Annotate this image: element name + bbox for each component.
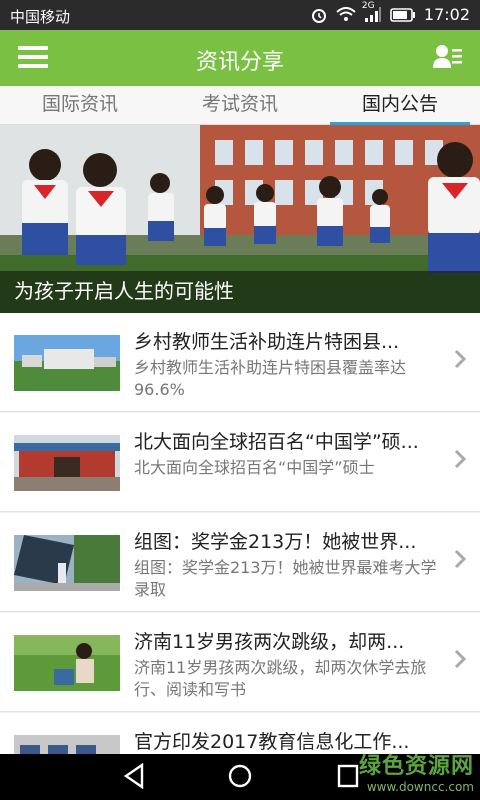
article-summary: 济南11岁男孩两次跳级，却两次休学去旅行、阅读和写书 — [134, 658, 427, 699]
banner-caption: 为孩子开启人生的可能性 — [14, 279, 234, 303]
signal-icon: 2G — [362, 1, 382, 23]
article-title: 组图：奖学金213万！她被世界... — [134, 531, 417, 553]
tab-exam-news[interactable]: 考试资讯 — [160, 86, 320, 124]
article-summary: 组图：奖学金213万！她被世界最难考大学录取 — [134, 558, 437, 599]
status-bar: 中国移动 2G 17:02 — [0, 0, 480, 30]
article-title: 乡村教师生活补助连片特困县... — [134, 331, 400, 353]
watermark: 绿色资源网 www.downcc.com — [359, 748, 474, 794]
article-thumbnail — [14, 735, 120, 754]
page-title: 资讯分享 — [195, 50, 284, 75]
list-item[interactable]: 组图：奖学金213万！她被世界... 组图：奖学金213万！她被世界最难考大学录… — [0, 513, 480, 612]
user-list-icon[interactable] — [432, 42, 464, 76]
article-list: 乡村教师生活补助连片特困县... 乡村教师生活补助连片特困县覆盖率达96.6% … — [0, 313, 480, 754]
tab-domestic-notices[interactable]: 国内公告 — [320, 86, 480, 125]
wifi-icon — [336, 6, 356, 23]
chevron-right-icon — [454, 349, 467, 373]
list-item[interactable]: 乡村教师生活补助连片特困县... 乡村教师生活补助连片特困县覆盖率达96.6% — [0, 313, 480, 412]
alarm-icon — [310, 6, 328, 24]
list-item[interactable]: 北大面向全球招百名“中国学”硕... 北大面向全球招百名“中国学”硕士 — [0, 413, 480, 512]
network-type-label: 2G — [361, 0, 375, 11]
featured-banner[interactable]: 为孩子开启人生的可能性 — [0, 125, 480, 313]
battery-icon — [390, 7, 416, 22]
article-title: 北大面向全球招百名“中国学”硕... — [134, 431, 419, 453]
article-summary: 乡村教师生活补助连片特困县覆盖率达96.6% — [134, 358, 407, 399]
list-item[interactable]: 济南11岁男孩两次跳级，却两... 济南11岁男孩两次跳级，却两次休学去旅行、阅… — [0, 613, 480, 712]
article-thumbnail — [14, 335, 120, 391]
watermark-logo: 绿色资源网 — [358, 754, 474, 779]
home-icon[interactable] — [227, 763, 253, 793]
chevron-right-icon — [454, 449, 467, 473]
chevron-right-icon — [454, 549, 467, 573]
watermark-url: www.downcc.com — [366, 780, 474, 794]
article-summary: 北大面向全球招百名“中国学”硕士 — [134, 458, 375, 477]
system-nav-bar: 绿色资源网 www.downcc.com — [0, 754, 480, 800]
article-thumbnail — [14, 635, 120, 691]
app-bar: 资讯分享 — [0, 30, 480, 86]
back-icon[interactable] — [122, 762, 146, 793]
article-title: 济南11岁男孩两次跳级，却两... — [134, 631, 405, 653]
recent-apps-icon[interactable] — [336, 763, 360, 793]
carrier-label: 中国移动 — [10, 8, 71, 26]
tab-international-news[interactable]: 国际资讯 — [0, 86, 160, 124]
article-thumbnail — [14, 535, 120, 591]
chevron-right-icon — [454, 649, 467, 673]
clock: 17:02 — [423, 5, 470, 24]
category-tabs: 国际资讯 考试资讯 国内公告 — [0, 86, 480, 125]
article-thumbnail — [14, 435, 120, 491]
